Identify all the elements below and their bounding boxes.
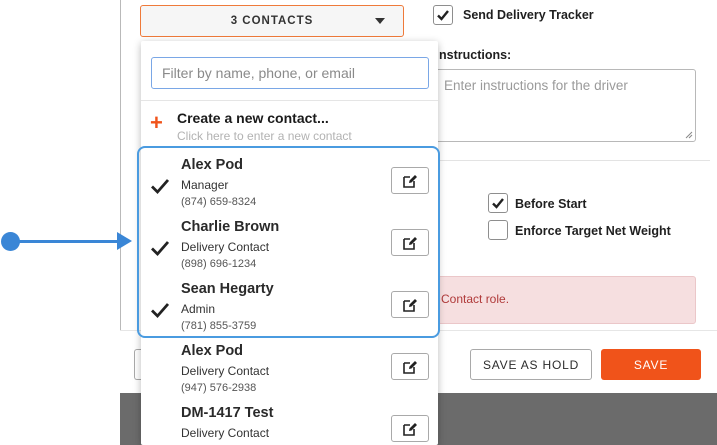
contact-name: DM-1417 Test [181, 405, 274, 421]
create-contact-option[interactable]: + Create a new contact... Click here to … [141, 101, 438, 145]
edit-icon [403, 422, 417, 436]
contact-item[interactable]: DM-1417 Test Delivery Contact [141, 402, 438, 445]
check-icon [492, 198, 504, 209]
filter-input[interactable]: Filter by name, phone, or email [151, 57, 429, 89]
selected-contacts-highlight [137, 146, 440, 338]
plus-icon: + [150, 110, 163, 135]
contact-phone: (947) 576-2938 [181, 382, 257, 394]
instructions-placeholder: Enter instructions for the driver [444, 78, 628, 93]
instructions-textarea[interactable]: Enter instructions for the driver [434, 69, 696, 142]
contact-name: Alex Pod [181, 343, 244, 359]
check-icon [437, 10, 449, 21]
pointer-arrow-line [16, 240, 120, 243]
filter-placeholder: Filter by name, phone, or email [162, 65, 355, 81]
send-tracker-label: Send Delivery Tracker [463, 8, 594, 22]
enforce-weight-label: Enforce Target Net Weight [515, 224, 671, 238]
contact-role: Delivery Contact [181, 364, 270, 378]
edit-icon [403, 360, 417, 374]
before-start-label: Before Start [515, 197, 587, 211]
edit-contact-button[interactable] [391, 353, 429, 380]
save-button[interactable]: SAVE [601, 349, 701, 380]
contacts-select-label: 3 CONTACTS [230, 15, 314, 27]
contact-item[interactable]: Alex Pod Delivery Contact (947) 576-2938 [141, 340, 438, 402]
save-as-hold-button[interactable]: SAVE AS HOLD [470, 349, 592, 380]
create-contact-hint: Click here to enter a new contact [177, 129, 352, 143]
screen: Send Delivery Tracker nstructions: Enter… [0, 0, 717, 445]
error-text: Contact role. [441, 292, 510, 306]
contacts-select[interactable]: 3 CONTACTS [140, 5, 404, 37]
pointer-dot-icon [1, 232, 20, 251]
arrow-right-icon [117, 232, 132, 250]
edit-contact-button[interactable] [391, 415, 429, 442]
create-contact-title: Create a new contact... [177, 110, 329, 126]
instructions-label: nstructions: [439, 48, 512, 62]
resize-grip-icon[interactable] [685, 131, 693, 139]
send-tracker-checkbox[interactable] [433, 5, 453, 25]
enforce-weight-checkbox[interactable] [488, 220, 508, 240]
chevron-down-icon [375, 18, 385, 24]
section-divider [434, 160, 710, 161]
before-start-checkbox[interactable] [488, 193, 508, 213]
contact-role: Delivery Contact [181, 426, 270, 440]
